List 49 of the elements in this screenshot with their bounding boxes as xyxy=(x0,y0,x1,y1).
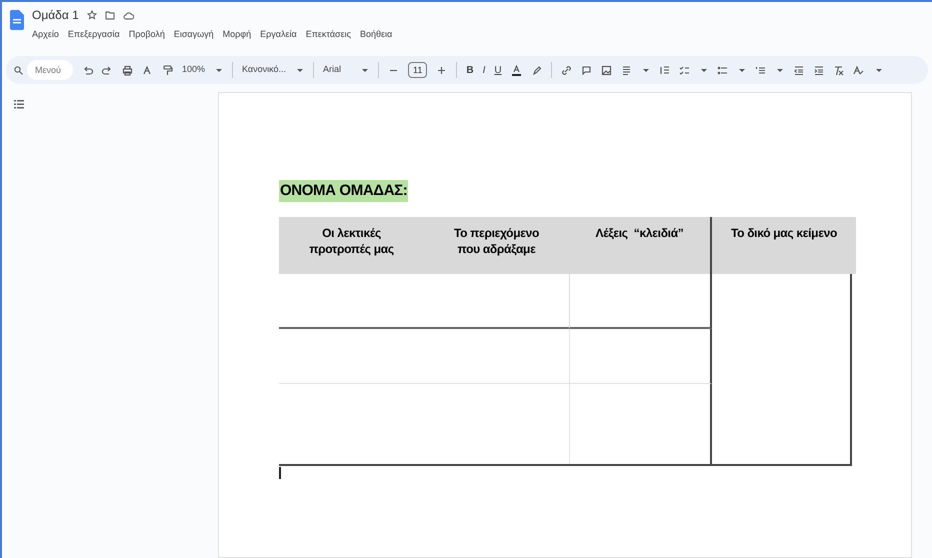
redo-icon[interactable] xyxy=(102,64,113,76)
decrease-indent-icon[interactable] xyxy=(792,64,804,76)
text-cursor xyxy=(279,467,281,479)
search-icon xyxy=(14,66,23,74)
spellcheck-icon[interactable] xyxy=(142,64,153,76)
paint-format-icon[interactable] xyxy=(162,64,173,76)
column-header: Το περιεχόμενο που αδράξαμε xyxy=(424,217,569,274)
align-icon[interactable] xyxy=(620,64,632,76)
highlighter-icon[interactable] xyxy=(530,64,542,76)
print-icon[interactable] xyxy=(122,64,133,76)
bold-button[interactable]: B xyxy=(466,62,474,78)
menu-item[interactable]: Προβολή xyxy=(128,28,165,42)
folder-icon[interactable] xyxy=(104,10,115,20)
increase-indent-icon[interactable] xyxy=(812,64,824,76)
underline-button[interactable]: U xyxy=(494,62,502,78)
column-header: Το δικό μας κείμενο xyxy=(712,217,856,274)
bulleted-list-icon[interactable] xyxy=(716,64,728,76)
checklist-icon[interactable] xyxy=(678,64,690,76)
group-name-heading: ΟΝΟΜΑ ΟΜΑΔΑΣ: xyxy=(279,180,408,202)
link-icon[interactable] xyxy=(560,64,572,76)
outline-icon[interactable] xyxy=(14,100,24,109)
zoom-dropdown[interactable]: 100% xyxy=(182,63,206,77)
image-icon[interactable] xyxy=(600,64,612,76)
menu-item[interactable]: Επεξεργασία xyxy=(68,28,120,42)
italic-button[interactable]: I xyxy=(482,62,486,78)
menu-item[interactable]: Εργαλεία xyxy=(260,28,297,42)
menu-item[interactable]: Βοήθεια xyxy=(360,28,392,42)
menu-search-field[interactable]: Μενού xyxy=(27,60,73,80)
font-size-field[interactable]: 11 xyxy=(408,62,428,78)
column-header: Λέξεις “κλειδιά” xyxy=(569,217,712,274)
menu-item[interactable]: Επεκτάσεις xyxy=(306,28,351,42)
numbered-list-icon[interactable] xyxy=(754,64,766,76)
cloud-icon[interactable] xyxy=(122,10,134,20)
star-icon[interactable] xyxy=(86,10,97,20)
style-dropdown[interactable]: Κανονικό... xyxy=(242,63,286,77)
document-title[interactable]: Ομάδα 1 xyxy=(32,6,79,24)
column-header: Οι λεκτικές προτροπές μας xyxy=(279,217,424,274)
menu-item[interactable]: Αρχείο xyxy=(32,28,59,42)
menu-item[interactable]: Μορφή xyxy=(222,28,252,42)
line-spacing-icon[interactable] xyxy=(658,64,670,76)
plus-icon[interactable] xyxy=(436,64,448,76)
editing-mode-icon[interactable] xyxy=(852,64,865,76)
menu-item[interactable]: Εισαγωγή xyxy=(174,28,214,42)
font-dropdown[interactable]: Arial xyxy=(323,63,352,77)
comment-icon[interactable] xyxy=(580,64,592,76)
undo-icon[interactable] xyxy=(82,64,93,76)
clear-formatting-icon[interactable] xyxy=(832,64,844,76)
text-color-icon[interactable] xyxy=(510,64,522,76)
docs-logo-icon[interactable] xyxy=(10,10,24,30)
